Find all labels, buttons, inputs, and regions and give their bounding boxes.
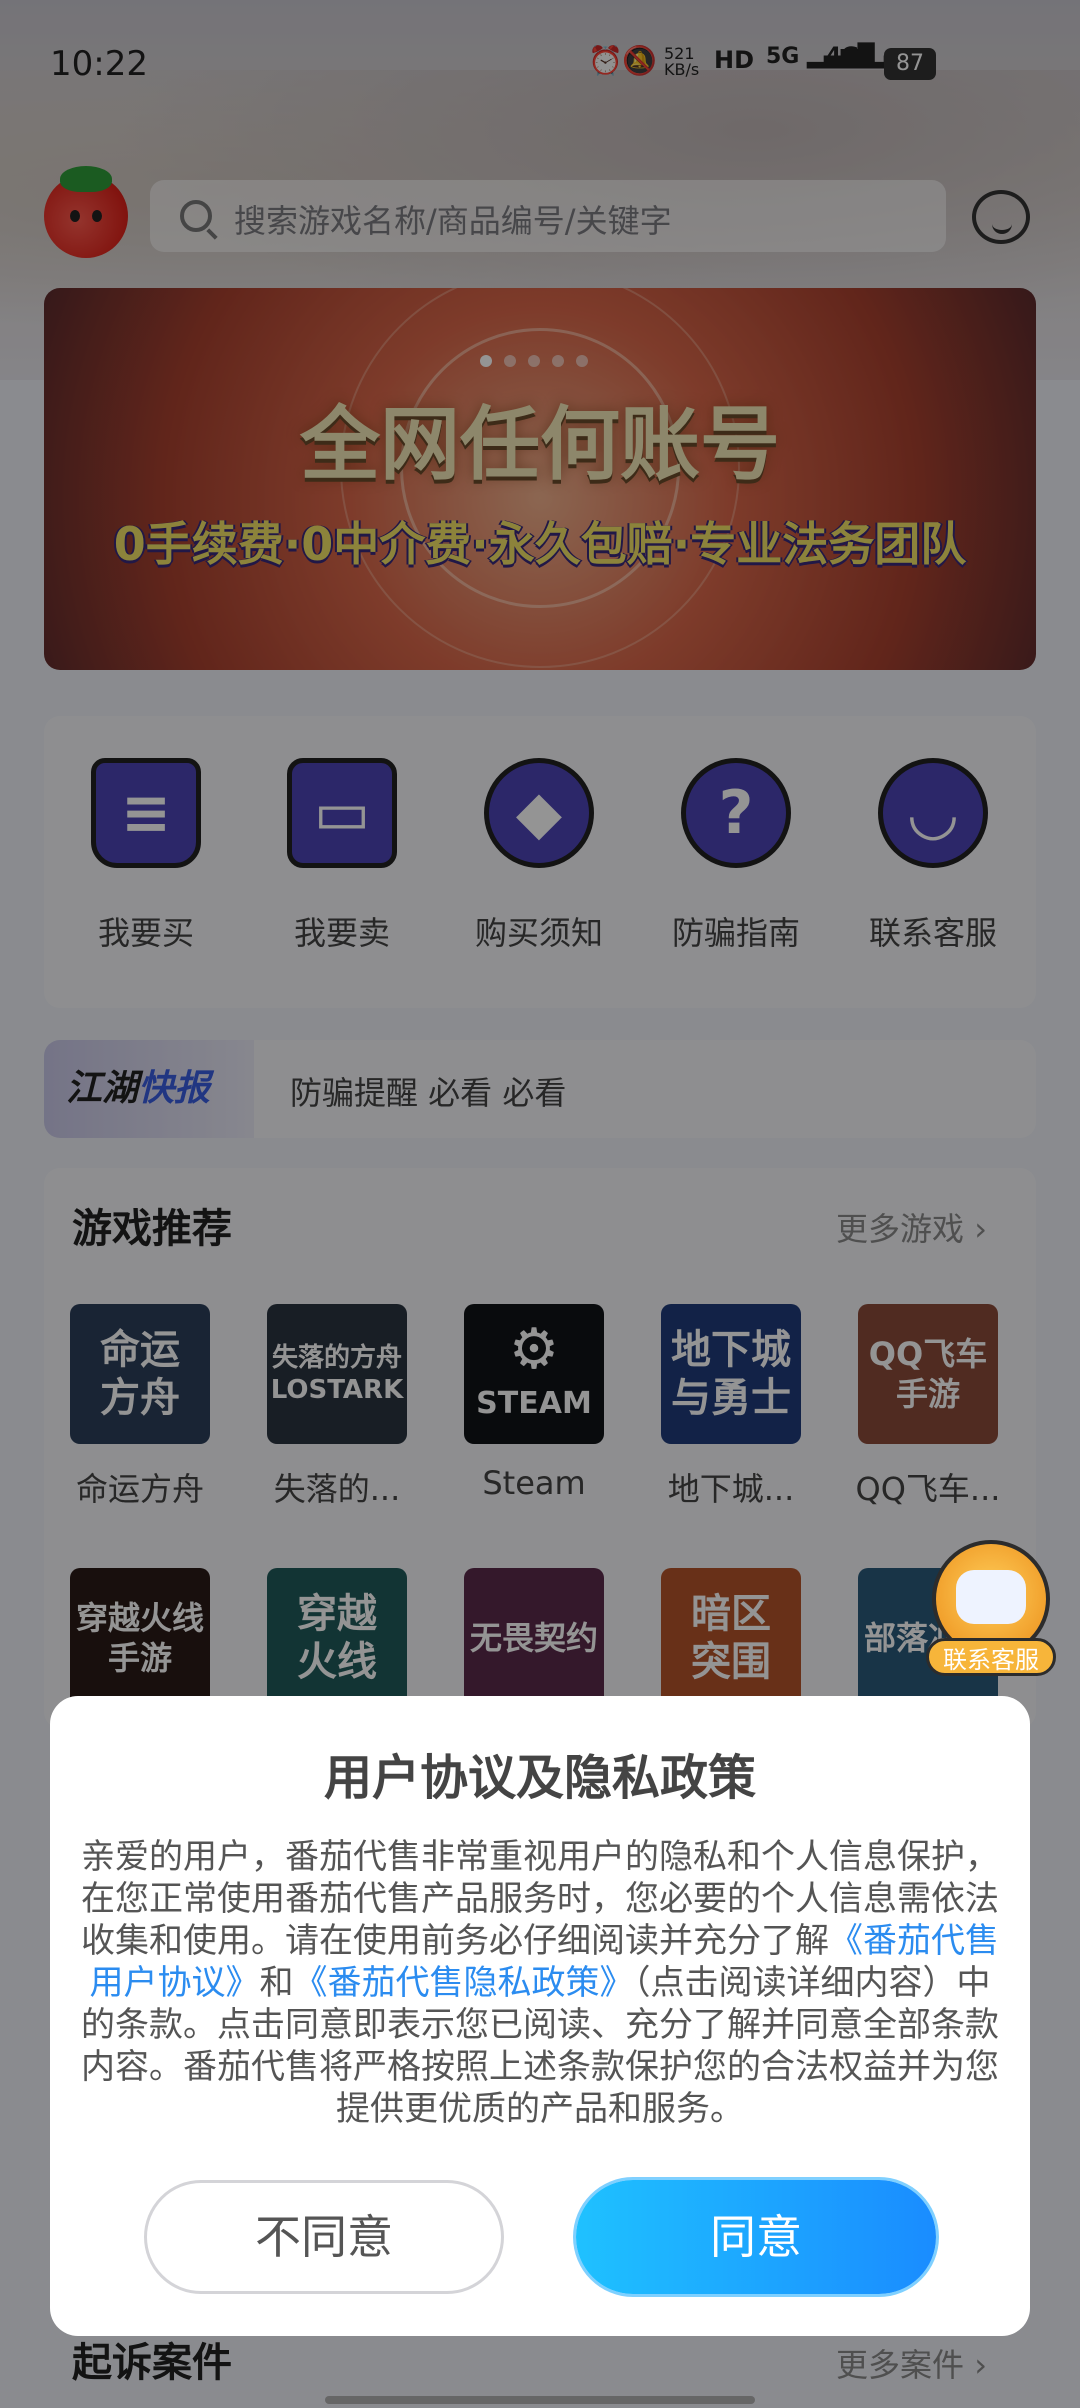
dialog-body: 亲爱的用户，番茄代售非常重视用户的隐私和个人信息保护，在您正常使用番茄代售产品服… (81, 1837, 999, 2129)
dialog-title: 用户协议及隐私政策 (323, 1750, 756, 1806)
floating-customer-service[interactable]: 联系客服 (920, 1540, 1060, 1690)
privacy-dialog: 用户协议及隐私政策 亲爱的用户，番茄代售非常重视用户的隐私和个人信息保护，在您正… (50, 1696, 1030, 2336)
privacy-policy-link[interactable]: 《番茄代售隐私政策》 (294, 1963, 634, 2003)
agree-button[interactable]: 同意 (576, 2180, 936, 2294)
disagree-button[interactable]: 不同意 (144, 2180, 504, 2294)
home-indicator[interactable] (325, 2396, 755, 2404)
floating-service-label: 联系客服 (926, 1638, 1056, 1676)
